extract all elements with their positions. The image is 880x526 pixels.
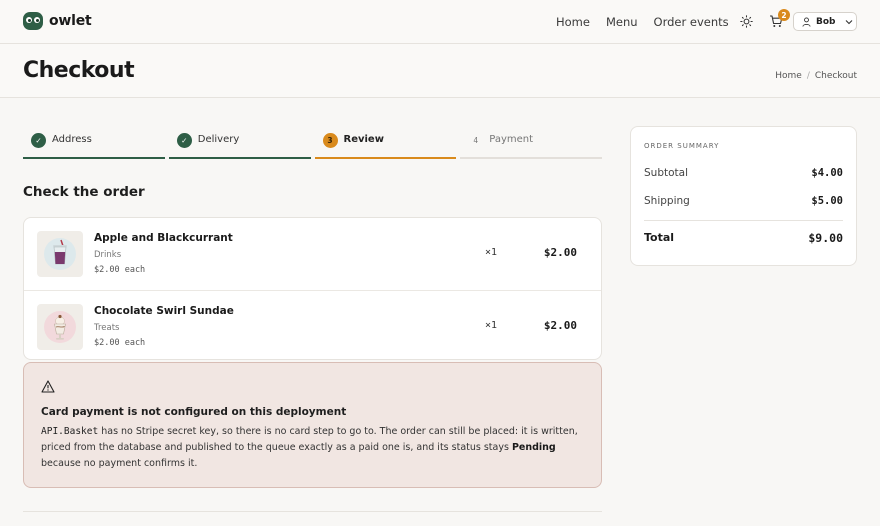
- item-unit-price: $2.00 each: [94, 265, 146, 275]
- step-address[interactable]: ✓ Address: [23, 130, 165, 159]
- user-menu-button[interactable]: Bob: [793, 12, 857, 31]
- checkout-steps: ✓ Address ✓ Delivery 3 Review 4 Payment: [23, 130, 602, 159]
- breadcrumb: Home / Checkout: [775, 71, 857, 81]
- breadcrumb-home[interactable]: Home: [775, 71, 802, 81]
- shipping-value: $5.00: [811, 195, 843, 207]
- brand-name: owlet: [49, 13, 92, 29]
- divider: [23, 511, 602, 512]
- order-summary-card: ORDER SUMMARY Subtotal $4.00 Shipping $5…: [630, 126, 857, 266]
- item-total: $2.00: [543, 246, 577, 259]
- item-quantity: ×1: [485, 247, 498, 258]
- item-name: Apple and Blackcurrant: [94, 232, 233, 244]
- user-name: Bob: [816, 16, 836, 27]
- product-thumbnail: [37, 231, 83, 277]
- check-icon: ✓: [176, 133, 192, 148]
- section-title: Check the order: [23, 184, 145, 200]
- breadcrumb-current: Checkout: [814, 71, 857, 81]
- step-delivery[interactable]: ✓ Delivery: [168, 130, 311, 159]
- step-review[interactable]: 3 Review: [314, 130, 457, 159]
- payment-warning-alert: Card payment is not configured on this d…: [23, 362, 602, 488]
- item-category: Treats: [94, 323, 120, 333]
- top-navbar: owlet Home Menu Order events 2 Bob: [0, 0, 880, 44]
- nav-link-home[interactable]: Home: [556, 15, 590, 29]
- item-total: $2.00: [543, 319, 577, 332]
- sun-icon[interactable]: [740, 15, 753, 28]
- order-items-list: Apple and Blackcurrant Drinks $2.00 each…: [23, 217, 602, 360]
- list-item: Chocolate Swirl Sundae Treats $2.00 each…: [24, 290, 601, 359]
- nav-link-menu[interactable]: Menu: [606, 15, 638, 29]
- summary-subtotal-row: Subtotal $4.00: [644, 167, 843, 179]
- item-name: Chocolate Swirl Sundae: [94, 305, 234, 317]
- list-item: Apple and Blackcurrant Drinks $2.00 each…: [24, 218, 601, 289]
- step-payment: 4 Payment: [460, 130, 602, 159]
- divider: [644, 220, 843, 221]
- main-nav: Home Menu Order events: [556, 15, 729, 29]
- owl-logo-icon: [23, 12, 43, 30]
- summary-title: ORDER SUMMARY: [644, 142, 720, 150]
- page-header: Checkout Home / Checkout: [0, 44, 880, 98]
- product-thumbnail: [37, 304, 83, 350]
- cart-count-badge: 2: [778, 9, 790, 21]
- brand-logo[interactable]: owlet: [23, 12, 92, 30]
- step-number-badge: 3: [322, 133, 338, 148]
- user-icon: [802, 17, 811, 27]
- item-category: Drinks: [94, 250, 122, 260]
- nav-link-order-events[interactable]: Order events: [654, 15, 729, 29]
- code-snippet: API.Basket: [41, 426, 99, 437]
- warning-triangle-icon: [41, 380, 55, 393]
- warning-title: Card payment is not configured on this d…: [41, 406, 347, 418]
- step-number-badge: 4: [473, 136, 479, 145]
- summary-total-row: Total $9.00: [644, 231, 843, 245]
- sundae-icon: [44, 311, 76, 343]
- item-unit-price: $2.00 each: [94, 338, 146, 348]
- check-icon: ✓: [31, 133, 46, 148]
- status-text: Pending: [511, 442, 556, 453]
- drink-cup-icon: [44, 238, 76, 270]
- chevron-down-icon: [845, 19, 852, 24]
- item-quantity: ×1: [485, 320, 498, 331]
- subtotal-value: $4.00: [811, 167, 843, 179]
- total-value: $9.00: [808, 231, 843, 245]
- summary-shipping-row: Shipping $5.00: [644, 195, 843, 207]
- page-title: Checkout: [23, 58, 135, 83]
- warning-body: API.Basket has no Stripe secret key, so …: [41, 426, 578, 469]
